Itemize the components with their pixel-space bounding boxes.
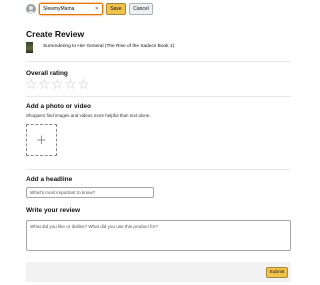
avatar	[26, 4, 36, 14]
star-rating[interactable]: ☆ ☆ ☆ ☆ ☆	[25, 78, 90, 92]
photo-section-subtext: Shoppers find images and videos more hel…	[26, 113, 151, 118]
star-icon-3[interactable]: ☆	[51, 78, 64, 92]
clear-icon[interactable]: ✕	[95, 4, 99, 14]
plus-icon: +	[36, 132, 47, 148]
star-icon-1[interactable]: ☆	[25, 78, 38, 92]
divider	[26, 169, 291, 170]
cancel-button[interactable]: Cancel	[129, 3, 153, 15]
review-label: Write your review	[26, 207, 81, 214]
product-thumbnail	[26, 42, 33, 53]
headline-input[interactable]: What's most important to know?	[26, 187, 154, 198]
public-name-input[interactable]: SlewmyMama ✕	[39, 3, 103, 15]
save-button[interactable]: Save	[106, 3, 126, 15]
form-footer: Submit	[26, 262, 291, 282]
star-icon-4[interactable]: ☆	[64, 78, 77, 92]
review-textarea[interactable]: What did you like or dislike? What did y…	[26, 220, 291, 251]
public-name-value: SlewmyMama	[43, 6, 75, 12]
add-photo-button[interactable]: +	[26, 124, 57, 156]
photo-section-label: Add a photo or video	[26, 103, 91, 110]
rating-label: Overall rating	[26, 70, 68, 77]
submit-button[interactable]: Submit	[266, 267, 288, 278]
star-icon-5[interactable]: ☆	[77, 78, 90, 92]
headline-label: Add a headline	[26, 176, 73, 183]
divider	[26, 96, 291, 97]
page-title: Create Review	[26, 29, 85, 39]
product-title[interactable]: Surrendering to Her General (The Rise of…	[43, 44, 174, 49]
divider	[26, 61, 291, 62]
star-icon-2[interactable]: ☆	[38, 78, 51, 92]
public-name-bar: SlewmyMama ✕ Save Cancel	[0, 0, 299, 20]
